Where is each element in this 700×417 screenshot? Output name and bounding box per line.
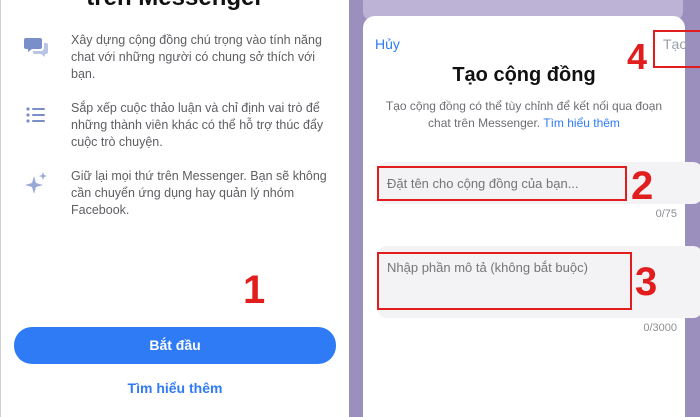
learn-more-link[interactable]: Tìm hiểu thêm <box>1 380 349 396</box>
sheet-title: Tạo cộng đồng <box>452 64 596 86</box>
description-text: Tạo cộng đồng có thể tùy chỉnh để kết nố… <box>385 99 663 130</box>
feature-text: Sắp xếp cuộc thảo luận và chỉ định vai t… <box>71 101 324 149</box>
list-icon <box>23 102 49 128</box>
feature-text: Giữ lại mọi thứ trên Messenger. Bạn sẽ k… <box>71 169 327 217</box>
annotation-number: 3 <box>635 260 658 304</box>
sparkles-icon <box>23 170 49 196</box>
sheet-description: Tạo cộng đồng có thể tùy chỉnh để kết nố… <box>379 98 669 132</box>
name-char-counter: 0/75 <box>655 208 677 220</box>
community-name-input[interactable] <box>377 166 627 201</box>
create-community-panel: Hủy 4 Tạo Tạo cộng đồng Tạo cộng đồng có… <box>349 0 700 417</box>
annotation-number: 1 <box>243 268 266 312</box>
intro-panel: trên Messenger Xây dựng cộng đồng chú tr… <box>1 0 349 417</box>
learn-more-link[interactable]: Tìm hiểu thêm <box>543 116 620 130</box>
feature-text: Xây dựng cộng đồng chú trọng vào tính nă… <box>71 33 322 81</box>
chat-bubbles-icon <box>23 34 49 60</box>
feature-item: Sắp xếp cuộc thảo luận và chỉ định vai t… <box>21 100 336 160</box>
community-description-input[interactable] <box>377 252 632 310</box>
cancel-button[interactable]: Hủy <box>375 36 400 52</box>
page-title: trên Messenger <box>1 0 349 12</box>
feature-item: Giữ lại mọi thứ trên Messenger. Bạn sẽ k… <box>21 168 336 228</box>
highlight-box <box>653 30 700 68</box>
description-char-counter: 0/3000 <box>643 322 677 334</box>
feature-item: Xây dựng cộng đồng chú trọng vào tính nă… <box>21 32 336 92</box>
start-button[interactable]: Bắt đầu <box>14 327 336 364</box>
annotation-number: 2 <box>631 164 654 208</box>
create-community-sheet: Hủy 4 Tạo Tạo cộng đồng Tạo cộng đồng có… <box>363 16 700 417</box>
